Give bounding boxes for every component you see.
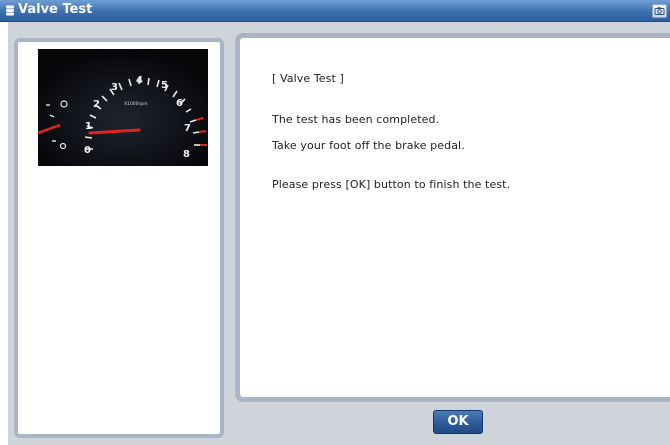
drive-icon [6, 5, 14, 16]
ok-button[interactable]: OK [433, 410, 483, 434]
camera-button[interactable] [652, 4, 667, 18]
dial-label-8: 8 [183, 149, 190, 160]
dial-label-1: 1 [85, 121, 92, 132]
message-heading: [ Valve Test ] [272, 72, 344, 85]
message-line-2: Take your foot off the brake pedal. [272, 139, 465, 152]
rpm-unit-label: X1000rpm [124, 101, 148, 107]
dial-label-0: 0 [84, 145, 91, 156]
tachometer-illustration: 0 1 2 3 4 5 6 7 8 X1000rpm [37, 49, 208, 166]
message-panel [235, 33, 670, 402]
dial-label-5: 5 [161, 80, 168, 91]
dial-label-2: 2 [93, 99, 100, 110]
camera-icon [654, 7, 665, 15]
window-title: Valve Test [18, 2, 93, 17]
dial-label-6: 6 [176, 98, 183, 109]
dial-label-4: 4 [136, 75, 143, 86]
dial-label-7: 7 [184, 123, 191, 134]
message-line-3: Please press [OK] button to finish the t… [272, 178, 511, 191]
title-bar: Valve Test [0, 0, 670, 22]
dial-label-3: 3 [111, 82, 118, 93]
tachometer-gauge-image: 0 1 2 3 4 5 6 7 8 X1000rpm [37, 49, 208, 166]
message-line-1: The test has been completed. [272, 113, 440, 126]
